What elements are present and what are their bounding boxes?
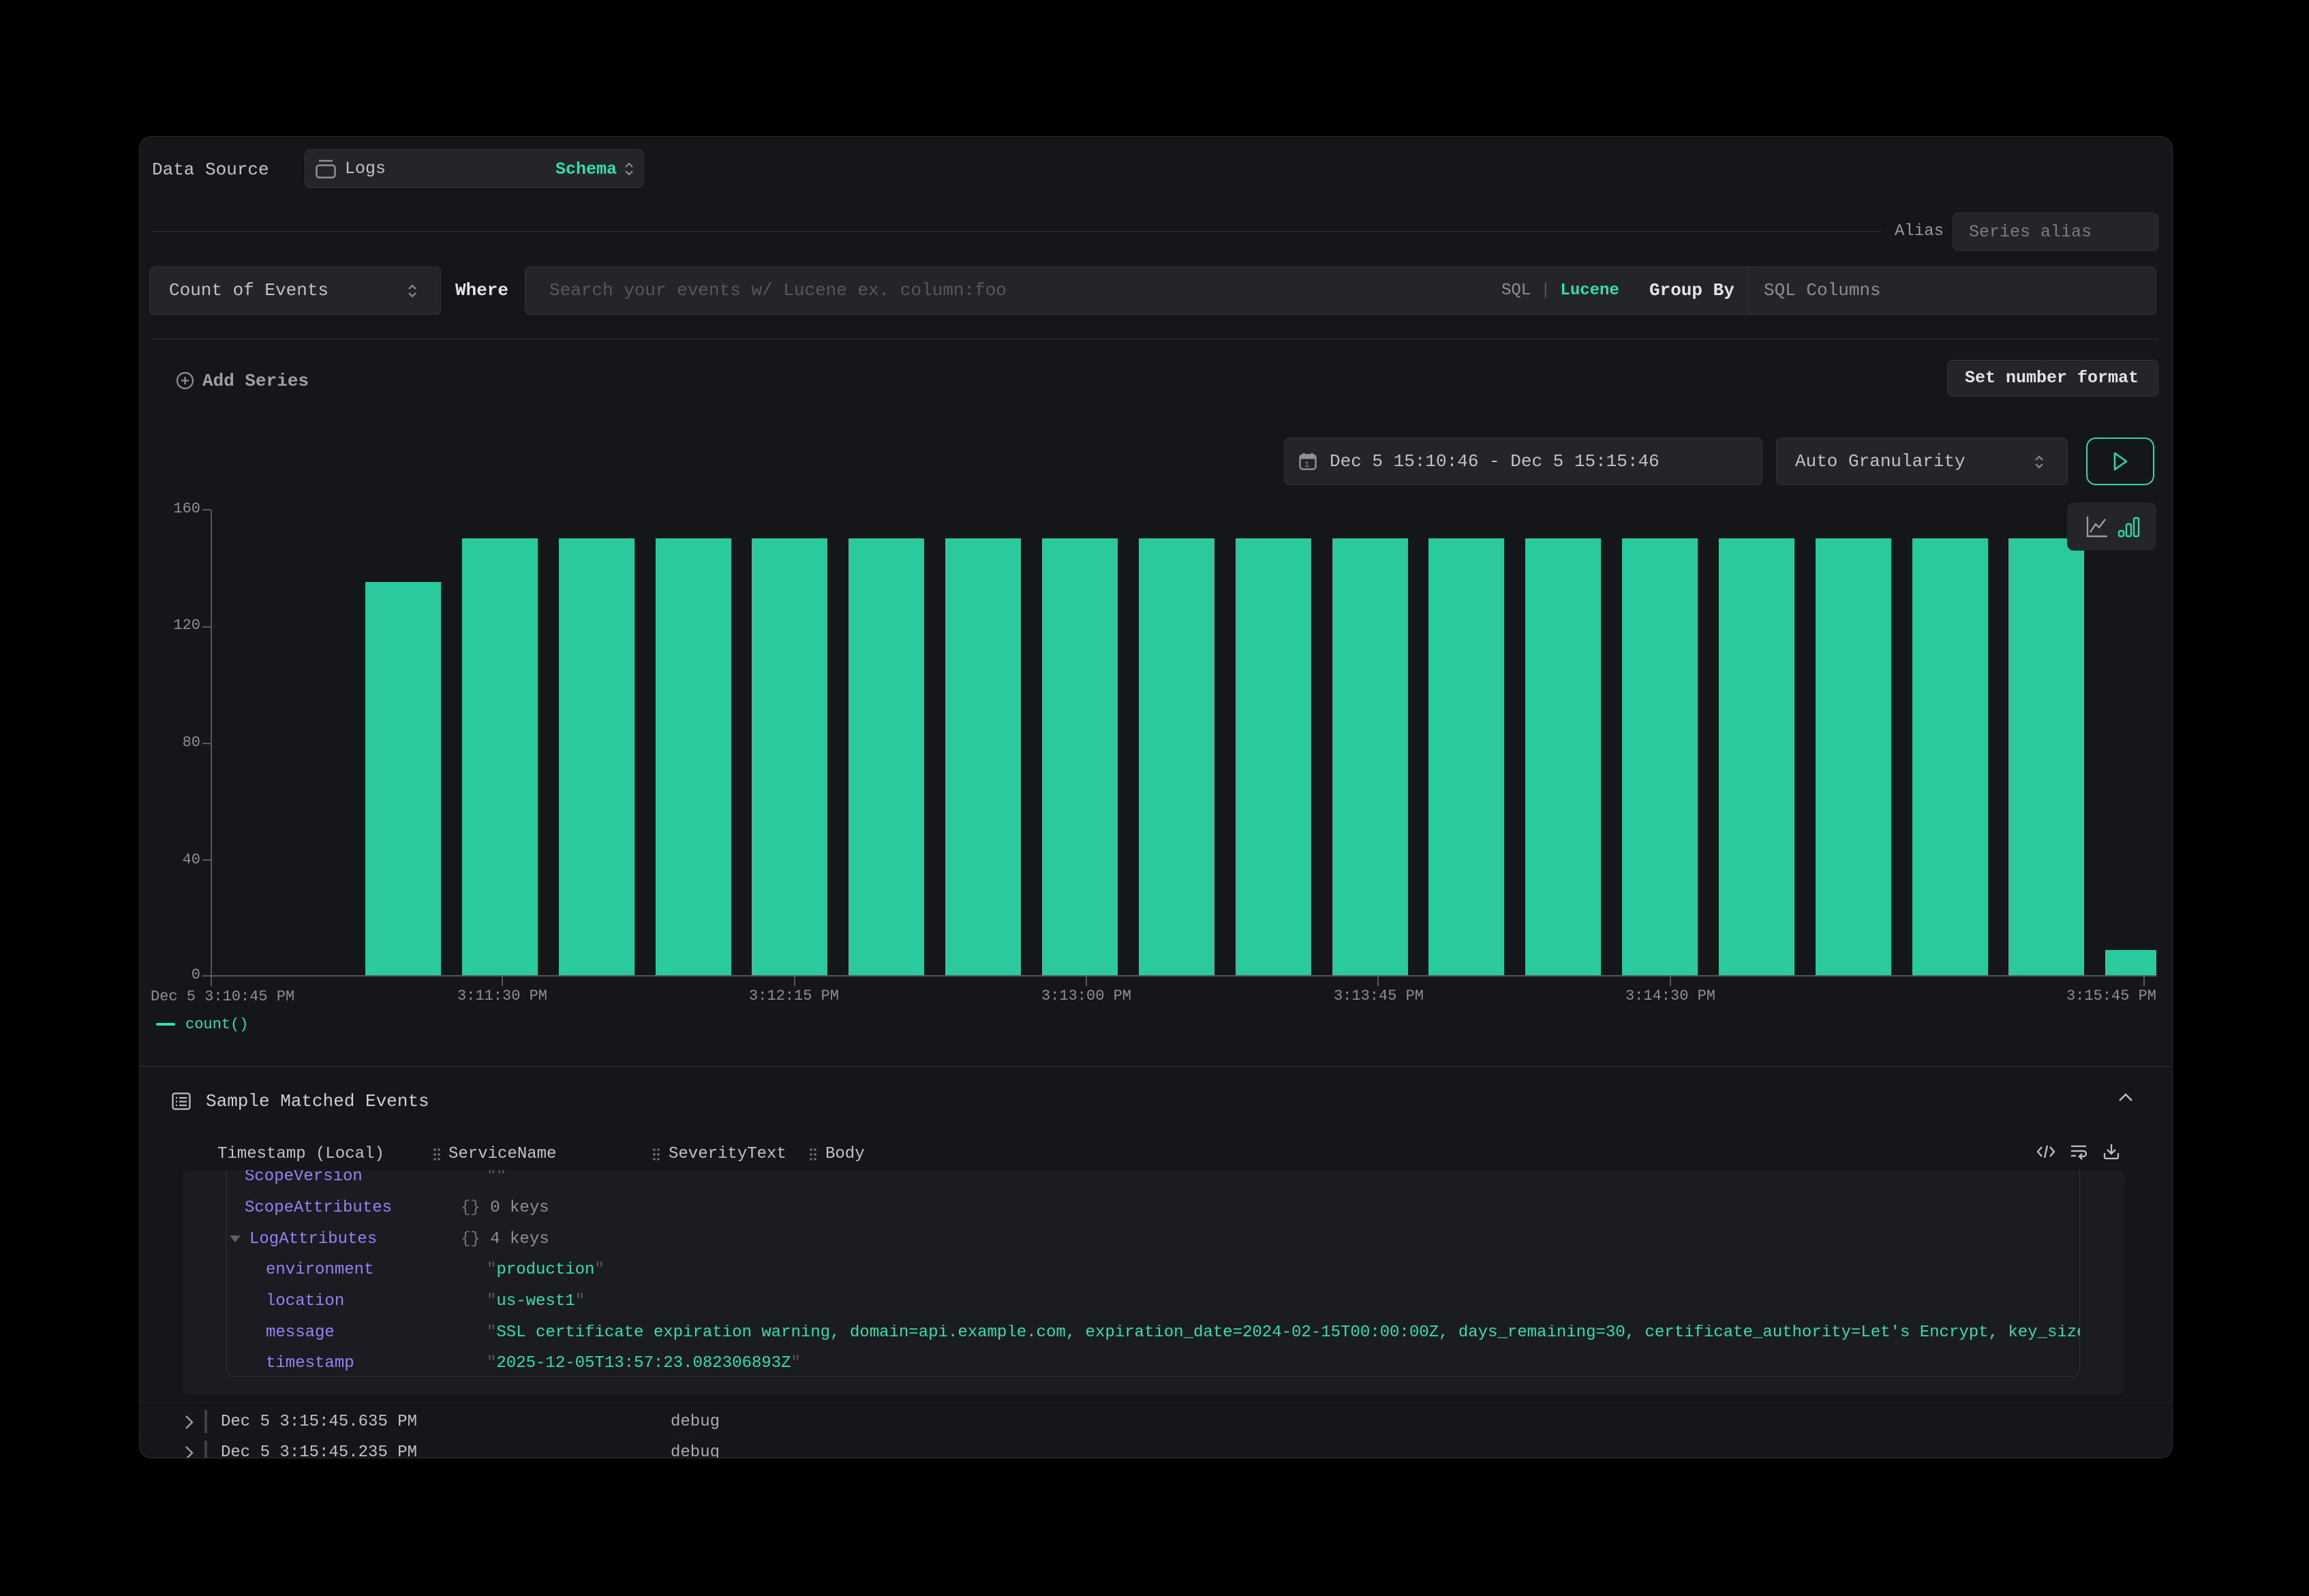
svg-text:1: 1	[1304, 460, 1309, 470]
